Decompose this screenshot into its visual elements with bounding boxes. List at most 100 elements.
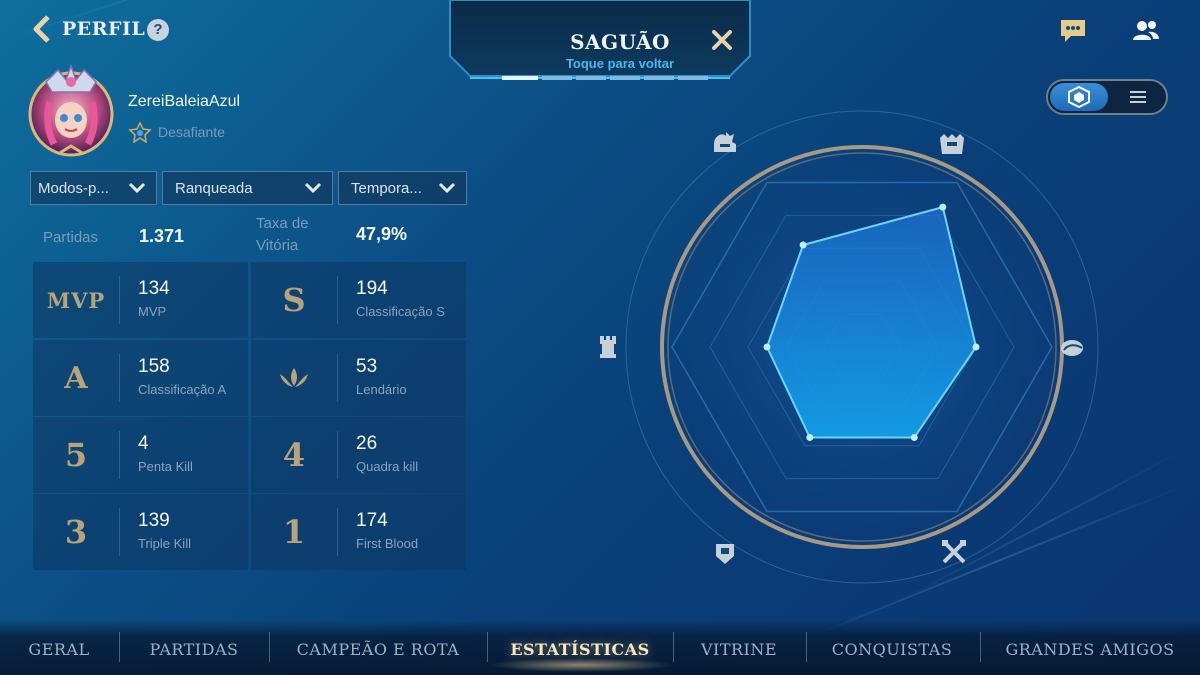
tab-divider — [673, 632, 674, 662]
stat-value: 139 — [138, 510, 170, 531]
winrate-label-line2: Vitória — [256, 237, 299, 254]
stat-cell-legendary: 53 Lendário — [251, 340, 466, 416]
matches-value: 1.371 — [139, 226, 185, 246]
chevron-down-icon — [304, 182, 322, 194]
mode-dropdown[interactable]: Modos-p... — [30, 171, 157, 205]
stat-value: 174 — [356, 510, 388, 531]
tab-geral[interactable]: GERAL — [18, 632, 100, 668]
stat-label: Quadra kill — [356, 459, 419, 474]
chevron-down-icon — [128, 182, 146, 194]
a-glyph: A — [64, 360, 88, 396]
help-button[interactable]: ? — [147, 19, 169, 41]
s-glyph: S — [282, 281, 306, 319]
attack-swords-icon — [942, 540, 966, 564]
tab-divider — [806, 632, 807, 662]
support-tower-icon — [600, 336, 616, 358]
radar-point — [806, 434, 814, 441]
back-button[interactable]: PERFIL — [30, 14, 145, 44]
chevron-left-icon — [33, 15, 50, 43]
divider — [337, 431, 338, 479]
tab-partidas[interactable]: PARTIDAS — [130, 632, 258, 668]
season-dropdown[interactable]: Tempora... — [338, 171, 467, 205]
stat-cell-a-rating: A 158 Classificação A — [33, 340, 248, 416]
quadra-glyph: 4 — [282, 436, 306, 474]
chevron-down-icon — [438, 182, 456, 194]
divider — [119, 276, 120, 324]
quadra-kill-icon: 4 — [251, 417, 337, 493]
stat-value: 134 — [138, 278, 170, 299]
stat-cell-penta-kill: 5 4 Penta Kill — [33, 417, 248, 493]
chat-icon[interactable] — [1059, 18, 1087, 44]
radar-chart — [600, 110, 1099, 584]
divider — [337, 276, 338, 324]
radar-view-icon — [1068, 86, 1090, 108]
stat-label: Classificação S — [356, 304, 445, 319]
divider — [337, 354, 338, 402]
stats-grid: MVP 134 MVP S 194 Classificação S A 158 … — [33, 262, 466, 570]
stat-label: Classificação A — [138, 382, 227, 397]
stat-cell-quadra-kill: 4 26 Quadra kill — [251, 417, 466, 493]
lobby-panel[interactable]: SAGUÃO Toque para voltar — [448, 0, 752, 92]
stat-label: MVP — [138, 304, 167, 319]
tab-conquistas[interactable]: CONQUISTAS — [818, 632, 966, 668]
radar-view-button[interactable] — [1050, 83, 1108, 111]
radar-point — [763, 343, 771, 351]
stat-value: 26 — [356, 433, 378, 454]
radar-point — [972, 343, 980, 351]
divider — [337, 508, 338, 556]
first-blood-glyph: 1 — [282, 513, 306, 551]
radar-point — [910, 434, 918, 441]
season-dropdown-value: Tempora... — [351, 179, 422, 197]
tab-grandes-amigos[interactable]: GRANDES AMIGOS — [992, 632, 1188, 668]
radar-point — [939, 203, 947, 211]
stat-cell-s-rating: S 194 Classificação S — [251, 262, 466, 338]
rank-label: Desafiante — [158, 124, 225, 140]
divider — [119, 354, 120, 402]
defense-shield-icon — [716, 544, 734, 564]
mvp-glyph: MVP — [46, 287, 106, 313]
rank-badge: Desafiante — [128, 121, 225, 143]
assassin-helmet-icon — [714, 132, 736, 152]
stat-value: 4 — [138, 433, 149, 454]
a-rating-icon: A — [33, 340, 119, 416]
tab-divider — [980, 632, 981, 662]
tab-divider — [119, 632, 120, 662]
fighter-helmet-icon — [940, 134, 964, 154]
lobby-subtitle: Toque para voltar — [565, 56, 675, 71]
list-view-button[interactable] — [1110, 83, 1166, 111]
close-icon[interactable] — [710, 28, 734, 52]
stat-cell-triple-kill: 3 139 Triple Kill — [33, 494, 248, 570]
winrate-value: 47,9% — [356, 224, 408, 244]
radar-point — [799, 241, 807, 249]
friends-icon[interactable] — [1132, 18, 1160, 44]
winrate-label: Taxa de Vitória — [256, 213, 309, 257]
mvp-icon: MVP — [33, 262, 119, 338]
stat-cell-first-blood: 1 174 First Blood — [251, 494, 466, 570]
first-blood-icon: 1 — [251, 494, 337, 570]
stat-cell-mvp: MVP 134 MVP — [33, 262, 248, 338]
stat-label: First Blood — [356, 536, 419, 551]
queue-dropdown[interactable]: Ranqueada — [162, 171, 333, 205]
stat-label: Triple Kill — [138, 536, 191, 551]
tab-vitrine[interactable]: VITRINE — [686, 632, 792, 668]
avatar[interactable] — [24, 62, 118, 160]
triple-glyph: 3 — [64, 513, 88, 551]
matches-label: Partidas — [43, 229, 99, 246]
mode-dropdown-value: Modos-p... — [38, 179, 109, 197]
divider — [119, 431, 120, 479]
tab-divider — [487, 632, 488, 662]
stat-label: Penta Kill — [138, 459, 193, 474]
stat-value: 194 — [356, 278, 388, 299]
tab-campeao-e-rota[interactable]: CAMPEÃO E ROTA — [283, 632, 473, 668]
mage-orb-icon — [1061, 340, 1083, 356]
legendary-icon — [280, 368, 308, 387]
list-view-icon — [1130, 91, 1146, 103]
stat-value: 158 — [138, 356, 170, 377]
challenger-rank-icon — [128, 121, 152, 143]
s-rating-icon: S — [251, 262, 337, 338]
queue-dropdown-value: Ranqueada — [175, 179, 253, 197]
penta-glyph: 5 — [64, 436, 88, 474]
tab-divider — [269, 632, 270, 662]
divider — [119, 508, 120, 556]
tab-estatisticas[interactable]: ESTATÍSTICAS — [498, 632, 662, 668]
